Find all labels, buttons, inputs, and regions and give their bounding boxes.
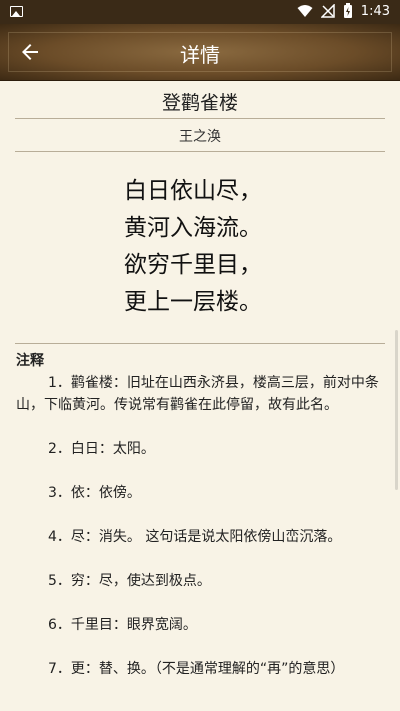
- note-item: 1．鹳雀楼：旧址在山西永济县，楼高三层，前对中条山，下临黄河。传说常有鹳雀在此停…: [16, 375, 379, 413]
- status-bar: 1:43: [0, 0, 400, 24]
- page-title: 详情: [180, 43, 220, 67]
- poem-line: 更上一层楼。: [124, 289, 262, 315]
- note-item: 2．白日：太阳。: [48, 441, 155, 457]
- scrollbar[interactable]: [395, 330, 398, 490]
- status-icons: 1:43: [297, 3, 390, 19]
- poem-title: 登鹳雀楼: [161, 92, 238, 114]
- note-item: 3．依：依傍。: [48, 485, 141, 501]
- divider: [15, 151, 385, 152]
- poem-line: 欲穷千里目，: [124, 252, 262, 278]
- status-time: 1:43: [360, 3, 390, 19]
- notes-section: 注释 1．鹳雀楼：旧址在山西永济县，楼高三层，前对中条山，下临黄河。传说常有鹳雀…: [16, 350, 384, 680]
- no-signal-icon: [320, 4, 335, 18]
- note-item: 7．更：替、换。（不是通常理解的“再”的意思）: [48, 661, 345, 677]
- image-notification-icon: [10, 6, 23, 17]
- poem-line: 黄河入海流。: [124, 215, 262, 241]
- divider: [15, 343, 385, 344]
- app-bar: 详情: [0, 24, 400, 81]
- divider: [15, 118, 385, 119]
- poem-line: 白日依山尽，: [124, 178, 262, 204]
- poem-lines: 白日依山尽， 黄河入海流。 欲穷千里目， 更上一层楼。: [124, 173, 262, 321]
- note-item: 5．穷：尽，使达到极点。: [48, 573, 211, 589]
- note-item: 6．千里目：眼界宽阔。: [48, 617, 197, 633]
- poem-author: 王之涣: [179, 129, 221, 145]
- notes-heading: 注释: [16, 353, 44, 369]
- note-item: 4．尽：消失。 这句话是说太阳依傍山峦沉落。: [48, 529, 342, 545]
- poem-detail[interactable]: 登鹳雀楼 王之涣 白日依山尽， 黄河入海流。 欲穷千里目， 更上一层楼。 注释 …: [0, 80, 400, 711]
- wifi-icon: [297, 5, 313, 17]
- battery-charging-icon: [343, 3, 352, 18]
